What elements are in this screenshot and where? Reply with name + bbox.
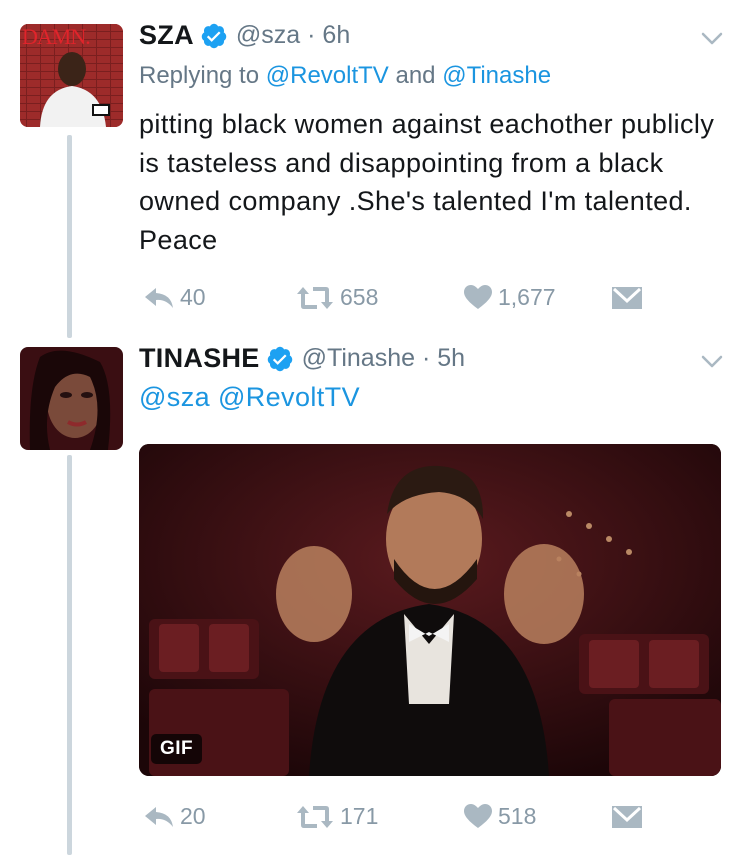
gif-badge: GIF <box>151 734 203 764</box>
handle[interactable]: @Tinashe <box>302 344 415 372</box>
avatar[interactable]: DAMN. <box>20 24 123 127</box>
tweet-sza[interactable]: DAMN. SZA @sza · 6h Replying to @RevoltT… <box>0 0 745 335</box>
avatar-album-text: DAMN. <box>22 24 91 49</box>
tweet-header: TINASHE @Tinashe · 5h <box>139 343 465 374</box>
handle[interactable]: @sza <box>236 21 300 49</box>
retweet-count: 171 <box>340 803 379 829</box>
tweet-text: pitting black women against eachother pu… <box>139 109 715 255</box>
avatar[interactable] <box>20 347 123 450</box>
tweet-actions: 40 658 1,677 <box>144 284 642 311</box>
mention-revolttv[interactable]: @RevoltTV <box>218 382 360 412</box>
retweet-button[interactable]: 658 <box>296 284 464 311</box>
like-count: 518 <box>498 803 537 829</box>
reply-mention-revolttv[interactable]: @RevoltTV <box>266 62 389 89</box>
gif-media[interactable]: GIF <box>139 444 721 776</box>
like-button[interactable]: 1,677 <box>464 284 612 311</box>
tweet-header: SZA @sza · 6h <box>139 20 350 51</box>
direct-message-button[interactable] <box>612 805 642 828</box>
like-button[interactable]: 518 <box>464 803 612 830</box>
direct-message-button[interactable] <box>612 286 642 309</box>
tweet-actions: 20 171 518 <box>144 803 642 830</box>
direct-message-icon <box>612 805 642 828</box>
reply-count: 40 <box>180 284 206 310</box>
reply-icon <box>145 287 173 308</box>
display-name[interactable]: SZA <box>139 20 194 51</box>
retweet-count: 658 <box>340 284 379 310</box>
timestamp[interactable]: 5h <box>437 344 465 372</box>
chevron-down-icon[interactable] <box>701 355 723 369</box>
display-name[interactable]: TINASHE <box>139 343 260 374</box>
timestamp[interactable]: 6h <box>322 21 350 49</box>
retweet-icon <box>297 286 333 309</box>
reply-mention-tinashe[interactable]: @Tinashe <box>442 62 551 89</box>
reply-button[interactable]: 20 <box>144 803 296 830</box>
replying-to: Replying to @RevoltTV and @Tinashe <box>139 62 552 89</box>
retweet-icon <box>297 805 333 828</box>
reply-icon <box>145 806 173 827</box>
reply-count: 20 <box>180 803 206 829</box>
mention-sza[interactable]: @sza <box>139 382 210 412</box>
like-icon <box>464 804 492 828</box>
verified-icon <box>201 23 227 48</box>
chevron-down-icon[interactable] <box>701 32 723 46</box>
tweet-text: @sza @RevoltTV <box>139 378 719 417</box>
reply-button[interactable]: 40 <box>144 284 296 311</box>
gif-image <box>139 444 721 776</box>
handle-and-time: @Tinashe · 5h <box>301 344 466 372</box>
like-count: 1,677 <box>498 284 556 310</box>
retweet-button[interactable]: 171 <box>296 803 464 830</box>
handle-and-time: @sza · 6h <box>235 21 351 49</box>
tweet-tinashe[interactable]: TINASHE @Tinashe · 5h @sza @RevoltTV GIF… <box>0 335 745 860</box>
like-icon <box>464 285 492 309</box>
verified-icon <box>267 346 292 371</box>
direct-message-icon <box>612 286 642 309</box>
